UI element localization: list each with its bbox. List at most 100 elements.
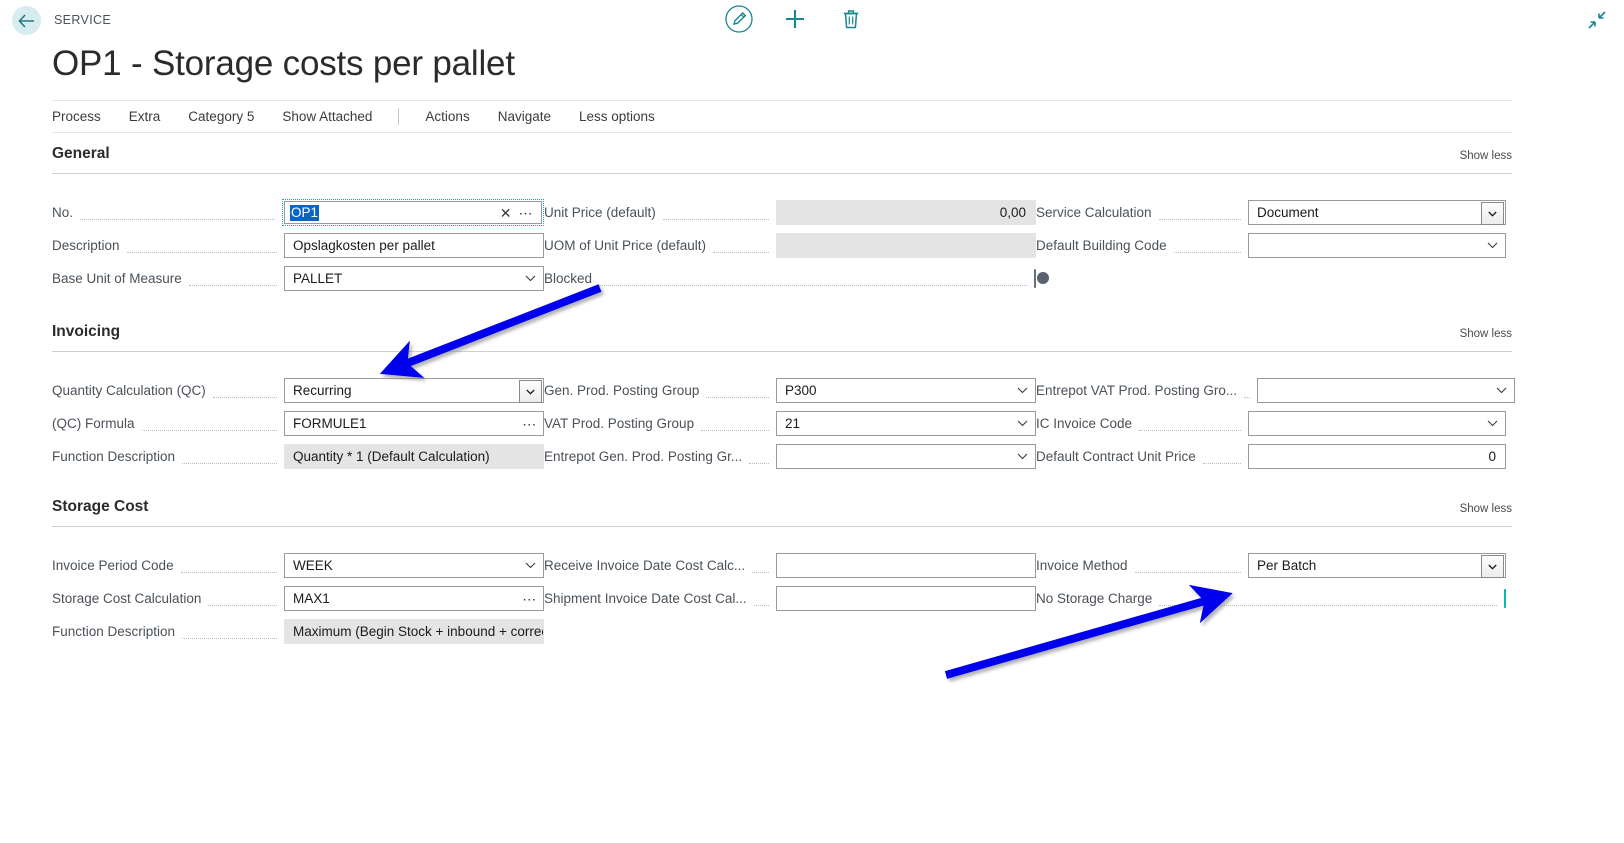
ribbon-item-actions[interactable]: Actions	[411, 102, 483, 131]
description-input[interactable]: Opslagkosten per pallet	[284, 233, 544, 258]
entrepot-vat-prod-posting-input[interactable]	[1257, 378, 1516, 403]
vat-prod-posting-group-input[interactable]: 21	[776, 411, 1036, 436]
chevron-down-icon[interactable]	[1009, 445, 1035, 468]
new-button[interactable]	[778, 4, 812, 38]
default-building-code-input[interactable]	[1248, 233, 1506, 258]
leader-dots	[182, 462, 277, 464]
chevron-down-icon[interactable]	[517, 267, 543, 290]
ic-invoice-code-input[interactable]	[1248, 411, 1506, 436]
section-storage-cost-header: Storage Cost Show less	[52, 498, 1512, 527]
qty-calculation-input[interactable]: Recurring	[284, 378, 544, 403]
trash-delete-icon	[841, 8, 861, 35]
chevron-down-icon[interactable]	[1009, 379, 1035, 402]
field-service-calculation-control: Document	[1248, 200, 1506, 225]
field-storage-cost-calculation: Storage Cost Calculation MAX1 ⋯	[52, 582, 544, 615]
no-input[interactable]: OP1 ✕ ⋯	[284, 201, 542, 224]
toggle-switch-on-icon	[1490, 591, 1503, 604]
field-vat-prod-posting-group: VAT Prod. Posting Group 21	[544, 407, 1036, 440]
leader-dots	[188, 284, 277, 286]
gen-prod-posting-group-input[interactable]: P300	[776, 378, 1036, 403]
ribbon-item-less-options[interactable]: Less options	[565, 102, 669, 131]
field-default-contract-unit-price-label: Default Contract Unit Price	[1036, 449, 1196, 464]
invoicing-column-1: Quantity Calculation (QC) Recurring (QC)…	[52, 374, 544, 473]
chevron-down-icon[interactable]	[1479, 412, 1505, 435]
ribbon-item-show-attached[interactable]: Show Attached	[268, 102, 386, 131]
field-gen-prod-posting-group: Gen. Prod. Posting Group P300	[544, 374, 1036, 407]
section-invoicing: Invoicing Show less Quantity Calculation…	[52, 323, 1516, 473]
collapse-button[interactable]	[1586, 10, 1608, 33]
ribbon-item-extra[interactable]: Extra	[115, 102, 175, 131]
section-invoicing-title: Invoicing	[52, 323, 121, 340]
leader-dots	[208, 604, 277, 606]
field-description: Description Opslagkosten per pallet	[52, 229, 544, 262]
delete-button[interactable]	[834, 4, 868, 38]
field-receive-invoice-date-cost-label: Receive Invoice Date Cost Calc...	[544, 558, 746, 573]
field-no-control: OP1 ✕ ⋯	[282, 199, 544, 226]
breadcrumb[interactable]: SERVICE	[54, 13, 111, 27]
field-uom-unit-price-label: UOM of Unit Price (default)	[544, 238, 707, 253]
chevron-down-icon[interactable]	[517, 554, 543, 577]
chevron-down-icon[interactable]	[1488, 379, 1514, 402]
field-blocked-label: Blocked	[544, 271, 593, 286]
assist-edit-ellipsis-icon[interactable]: ⋯	[517, 412, 543, 440]
edit-button[interactable]	[722, 4, 756, 38]
field-invoice-method-control: Per Batch	[1248, 553, 1506, 578]
field-base-uom-label: Base Unit of Measure	[52, 271, 182, 286]
combo-dropdown-icon[interactable]	[1481, 555, 1504, 578]
leader-dots	[749, 462, 769, 464]
assist-edit-ellipsis-icon[interactable]: ⋯	[519, 206, 538, 220]
chevron-down-icon[interactable]	[1479, 234, 1505, 257]
field-storage-cost-calculation-control: MAX1 ⋯	[284, 586, 544, 611]
ribbon-item-process[interactable]: Process	[52, 102, 115, 131]
service-calculation-input[interactable]: Document	[1248, 200, 1506, 225]
field-function-description-storage-control: Maximum (Begin Stock + inbound + correct…	[284, 619, 544, 644]
no-input-focus-ring: OP1 ✕ ⋯	[282, 199, 544, 226]
back-button[interactable]	[12, 6, 41, 35]
leader-dots	[599, 284, 1027, 286]
ribbon-item-navigate[interactable]: Navigate	[484, 102, 565, 131]
general-column-2: Unit Price (default) 0,00 UOM of Unit Pr…	[544, 196, 1049, 295]
receive-invoice-date-cost-input[interactable]	[776, 553, 1036, 578]
field-uom-unit-price-control	[776, 233, 1036, 258]
no-storage-charge-toggle[interactable]	[1490, 588, 1506, 608]
combo-dropdown-icon[interactable]	[1481, 202, 1504, 225]
section-invoicing-header: Invoicing Show less	[52, 323, 1512, 352]
section-storage-cost: Storage Cost Show less Invoice Period Co…	[52, 498, 1512, 648]
qc-formula-input[interactable]: FORMULE1	[284, 411, 544, 436]
field-qc-formula-label: (QC) Formula	[52, 416, 135, 431]
field-invoice-period-code-control: WEEK	[284, 553, 544, 578]
invoice-period-code-input[interactable]: WEEK	[284, 553, 544, 578]
storage-cost-calculation-input[interactable]: MAX1	[284, 586, 544, 611]
field-ic-invoice-code-control	[1248, 411, 1506, 436]
field-unit-price-label: Unit Price (default)	[544, 205, 656, 220]
field-entrepot-gen-prod-posting: Entrepot Gen. Prod. Posting Gr...	[544, 440, 1036, 473]
field-gen-prod-posting-group-control: P300	[776, 378, 1036, 403]
field-invoice-period-code-label: Invoice Period Code	[52, 558, 174, 573]
assist-edit-ellipsis-icon[interactable]: ⋯	[517, 587, 543, 615]
section-invoicing-show-less[interactable]: Show less	[1460, 328, 1512, 340]
section-storage-cost-show-less[interactable]: Show less	[1460, 503, 1512, 515]
field-unit-price-default: Unit Price (default) 0,00	[544, 196, 1036, 229]
default-contract-unit-price-input[interactable]: 0	[1248, 444, 1506, 469]
section-general-show-less[interactable]: Show less	[1460, 150, 1512, 162]
base-uom-input[interactable]: PALLET	[284, 266, 544, 291]
ribbon-item-category-5[interactable]: Category 5	[174, 102, 268, 131]
chevron-down-icon[interactable]	[1009, 412, 1035, 435]
clear-x-icon[interactable]: ✕	[496, 206, 519, 220]
field-no-storage-charge-control	[1490, 588, 1506, 608]
field-quantity-calculation: Quantity Calculation (QC) Recurring	[52, 374, 544, 407]
field-qty-calculation-label: Quantity Calculation (QC)	[52, 383, 206, 398]
general-column-3: Service Calculation Document Default Bui…	[1036, 196, 1506, 295]
shipment-invoice-date-cost-input[interactable]	[776, 586, 1036, 611]
invoice-method-input[interactable]: Per Batch	[1248, 553, 1506, 578]
field-function-description-storage: Function Description Maximum (Begin Stoc…	[52, 615, 544, 648]
leader-dots	[1158, 218, 1241, 220]
field-qc-formula-control: FORMULE1 ⋯	[284, 411, 544, 436]
field-default-building-code: Default Building Code	[1036, 229, 1506, 262]
combo-dropdown-icon[interactable]	[519, 380, 542, 403]
leader-dots	[141, 429, 277, 431]
entrepot-gen-prod-posting-input[interactable]	[776, 444, 1036, 469]
function-description-value: Quantity * 1 (Default Calculation)	[284, 444, 544, 469]
field-entrepot-vat-prod-posting: Entrepot VAT Prod. Posting Gro...	[1036, 374, 1516, 407]
field-receive-invoice-date-cost-control	[776, 553, 1036, 578]
